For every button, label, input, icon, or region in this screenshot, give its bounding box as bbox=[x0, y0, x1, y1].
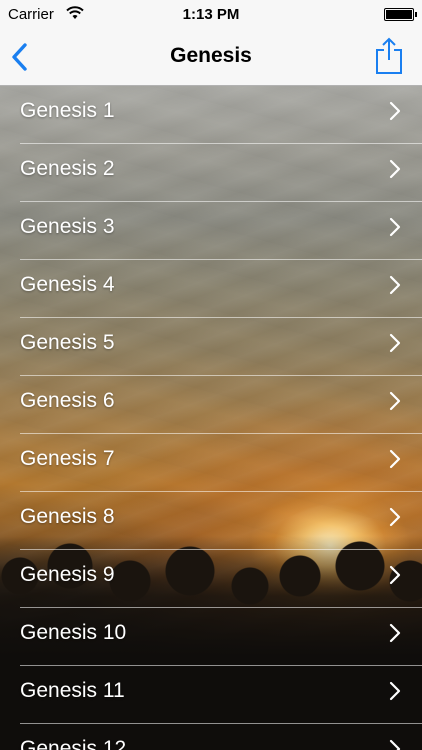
list-item-label: Genesis 6 bbox=[20, 389, 115, 412]
list-item-label: Genesis 5 bbox=[20, 331, 115, 354]
list-item-label: Genesis 11 bbox=[20, 679, 125, 702]
list-item-label: Genesis 12 bbox=[20, 737, 127, 750]
list-item[interactable]: Genesis 12 bbox=[0, 724, 422, 750]
list-item[interactable]: Genesis 7 bbox=[0, 434, 422, 492]
list-item-label: Genesis 3 bbox=[20, 215, 115, 238]
chevron-right-icon bbox=[389, 623, 401, 643]
screen: Genesis 1 Genesis 2 Genesis 3 Genesis 4 Gene… bbox=[0, 0, 422, 750]
battery-tip bbox=[415, 12, 417, 17]
chevron-right-icon bbox=[389, 739, 401, 750]
list-item-label: Genesis 1 bbox=[20, 99, 115, 122]
chevron-right-icon bbox=[389, 507, 401, 527]
chevron-right-icon bbox=[389, 449, 401, 469]
list-item[interactable]: Genesis 5 bbox=[0, 318, 422, 376]
list-item[interactable]: Genesis 4 bbox=[0, 260, 422, 318]
list-item[interactable]: Genesis 9 bbox=[0, 550, 422, 608]
chevron-right-icon bbox=[389, 681, 401, 701]
page-title: Genesis bbox=[170, 44, 252, 67]
battery-icon bbox=[384, 8, 414, 21]
chevron-right-icon bbox=[389, 391, 401, 411]
status-time: 1:13 PM bbox=[182, 6, 240, 23]
list-item-label: Genesis 2 bbox=[20, 157, 115, 180]
list-item-label: Genesis 10 bbox=[20, 621, 127, 644]
chevron-right-icon bbox=[389, 333, 401, 353]
chevron-right-icon bbox=[389, 275, 401, 295]
list-item[interactable]: Genesis 2 bbox=[0, 144, 422, 202]
chevron-right-icon bbox=[389, 101, 401, 121]
chevron-right-icon bbox=[389, 159, 401, 179]
chevron-right-icon bbox=[389, 217, 401, 237]
list-item[interactable]: Genesis 10 bbox=[0, 608, 422, 666]
list-item-label: Genesis 7 bbox=[20, 447, 115, 470]
top-bar: Carrier 1:13 PM Genesis bbox=[0, 0, 422, 86]
list-item[interactable]: Genesis 6 bbox=[0, 376, 422, 434]
chevron-right-icon bbox=[389, 565, 401, 585]
chapter-list[interactable]: Genesis 1 Genesis 2 Genesis 3 Genesis 4 Gene… bbox=[0, 86, 422, 750]
share-icon[interactable] bbox=[372, 36, 406, 76]
navigation-bar: Genesis bbox=[0, 30, 422, 85]
list-item[interactable]: Genesis 8 bbox=[0, 492, 422, 550]
list-item-label: Genesis 8 bbox=[20, 505, 115, 528]
list-item-label: Genesis 4 bbox=[20, 273, 115, 296]
status-bar: Carrier 1:13 PM bbox=[0, 0, 422, 30]
list-item-label: Genesis 9 bbox=[20, 563, 115, 586]
list-item[interactable]: Genesis 1 bbox=[0, 86, 422, 144]
chevron-left-icon[interactable] bbox=[8, 40, 38, 74]
list-item[interactable]: Genesis 11 bbox=[0, 666, 422, 724]
list-item[interactable]: Genesis 3 bbox=[0, 202, 422, 260]
